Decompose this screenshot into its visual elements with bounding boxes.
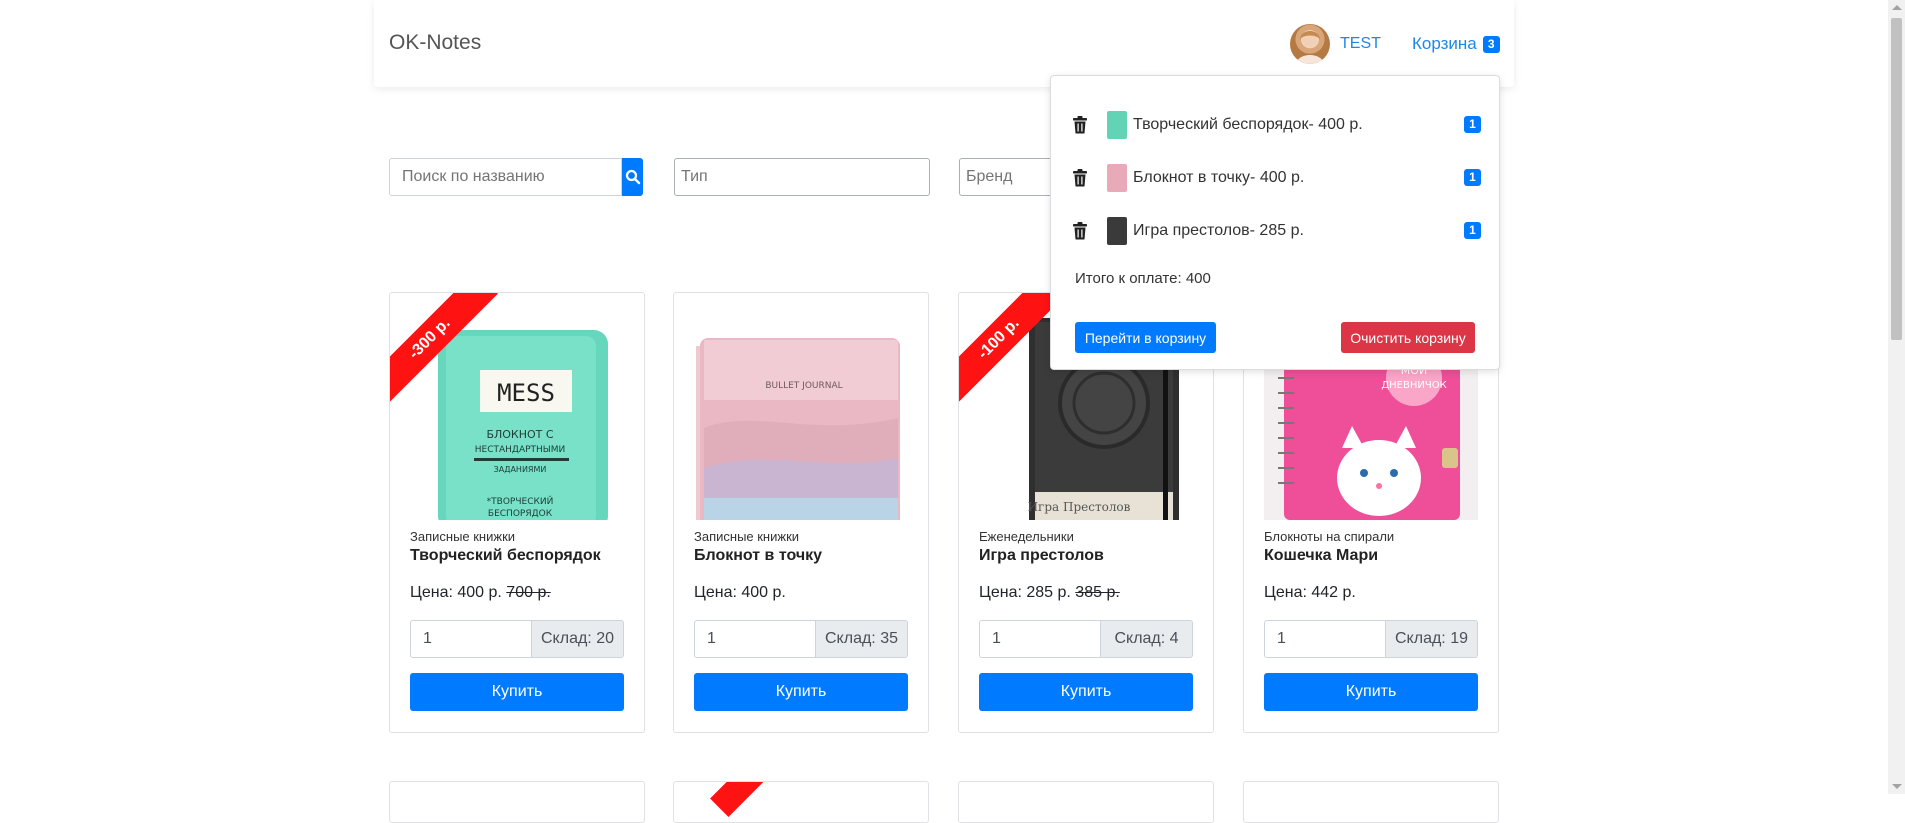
cart-item-thumbnail xyxy=(1107,217,1127,245)
quantity-group: Склад: 35 xyxy=(694,620,908,658)
quantity-group: Склад: 20 xyxy=(410,620,624,658)
cart-item: Творческий беспорядок- 400 р. 1 xyxy=(1069,110,1481,140)
product-category: Еженедельники xyxy=(979,529,1074,544)
svg-text:ДНЕВНИЧОК: ДНЕВНИЧОК xyxy=(1381,380,1446,391)
quantity-input[interactable] xyxy=(694,620,815,658)
cart-item-text: Творческий беспорядок- 400 р. xyxy=(1133,116,1363,133)
trash-icon xyxy=(1073,116,1087,134)
discount-ribbon xyxy=(710,782,778,817)
product-price: Цена: 285 р. 385 р. xyxy=(979,584,1120,602)
stock-label: Склад: 35 xyxy=(815,620,908,658)
user-menu[interactable]: TEST xyxy=(1290,22,1381,66)
stock-label: Склад: 19 xyxy=(1385,620,1478,658)
svg-text:ЗАДАНИЯМИ: ЗАДАНИЯМИ xyxy=(494,465,547,474)
product-price: Цена: 400 р. xyxy=(694,584,786,602)
product-category: Записные книжки xyxy=(694,529,800,544)
product-card: BULLET JOURNAL Записные книжки Блокнот в… xyxy=(673,292,929,733)
product-card-next xyxy=(958,781,1214,823)
cart-label: Корзина xyxy=(1412,34,1477,53)
vertical-scrollbar[interactable] xyxy=(1888,0,1905,794)
buy-button[interactable]: Купить xyxy=(694,673,908,711)
cart-item-count: 1 xyxy=(1464,116,1481,133)
current-price: Цена: 442 р. xyxy=(1264,584,1356,601)
buy-button[interactable]: Купить xyxy=(410,673,624,711)
brand-logo[interactable]: OK-Notes xyxy=(389,31,481,55)
svg-text:НЕСТАНДАРТНЫМИ: НЕСТАНДАРТНЫМИ xyxy=(475,445,565,455)
cart-total: Итого к оплате: 400 xyxy=(1075,270,1211,287)
quantity-input[interactable] xyxy=(979,620,1100,658)
clear-cart-button[interactable]: Очистить корзину xyxy=(1341,322,1475,353)
product-title[interactable]: Блокнот в точку xyxy=(694,547,822,565)
cart-item: Игра престолов- 285 р. 1 xyxy=(1069,216,1481,246)
quantity-input[interactable] xyxy=(1264,620,1385,658)
cart-item: Блокнот в точку- 400 р. 1 xyxy=(1069,163,1481,193)
buy-button[interactable]: Купить xyxy=(1264,673,1478,711)
svg-text:*ТВОРЧЕСКИЙ: *ТВОРЧЕСКИЙ xyxy=(487,495,554,507)
remove-item-button[interactable] xyxy=(1069,219,1091,243)
type-filter-input[interactable] xyxy=(674,158,930,196)
svg-text:MESS: MESS xyxy=(497,379,555,407)
trash-icon xyxy=(1073,169,1087,187)
cart-item-thumbnail xyxy=(1107,111,1127,139)
svg-text:БЛОКНОТ С: БЛОКНОТ С xyxy=(486,428,553,441)
cart-item-thumbnail xyxy=(1107,164,1127,192)
product-category: Блокноты на спирали xyxy=(1264,529,1395,544)
product-price: Цена: 442 р. xyxy=(1264,584,1356,602)
current-price: Цена: 400 р. xyxy=(410,584,502,601)
product-title[interactable]: Творческий беспорядок xyxy=(410,547,601,565)
page: OK-Notes TEST Корзина 3 Поиск по названи… xyxy=(0,0,1888,823)
product-image[interactable]: BULLET JOURNAL xyxy=(694,308,908,520)
cart-item-text: Игра престолов- 285 р. xyxy=(1133,222,1304,239)
search-input[interactable] xyxy=(389,158,622,196)
product-card-next xyxy=(673,781,929,823)
search-icon xyxy=(625,169,640,185)
cart-item-count: 1 xyxy=(1464,222,1481,239)
current-price: Цена: 400 р. xyxy=(694,584,786,601)
stock-label: Склад: 4 xyxy=(1100,620,1193,658)
product-category: Записные книжки xyxy=(410,529,516,544)
old-price: 385 р. xyxy=(1075,584,1120,601)
search-group xyxy=(389,158,643,196)
old-price: 700 р. xyxy=(506,584,551,601)
search-button[interactable] xyxy=(622,158,643,196)
scroll-thumb[interactable] xyxy=(1891,18,1902,340)
product-title[interactable]: Кошечка Мари xyxy=(1264,547,1378,565)
buy-button[interactable]: Купить xyxy=(979,673,1193,711)
quantity-group: Склад: 19 xyxy=(1264,620,1478,658)
current-price: Цена: 285 р. xyxy=(979,584,1071,601)
user-name[interactable]: TEST xyxy=(1340,35,1381,53)
navbar: OK-Notes TEST Корзина 3 xyxy=(374,0,1514,87)
cart-dropdown: Творческий беспорядок- 400 р. 1 Блокнот … xyxy=(1050,75,1500,370)
product-card-next xyxy=(1243,781,1499,823)
cart-count-badge: 3 xyxy=(1482,35,1500,53)
remove-item-button[interactable] xyxy=(1069,113,1091,137)
product-card: MESS БЛОКНОТ С НЕСТАНДАРТНЫМИ ЗАДАНИЯМИ … xyxy=(389,292,645,733)
svg-text:BULLET JOURNAL: BULLET JOURNAL xyxy=(765,381,842,391)
quantity-group: Склад: 4 xyxy=(979,620,1193,658)
cart-item-text: Блокнот в точку- 400 р. xyxy=(1133,169,1305,186)
svg-text:БЕСПОРЯДОК: БЕСПОРЯДОК xyxy=(488,509,553,519)
scroll-up-arrow-icon[interactable] xyxy=(1892,5,1902,10)
cart-item-count: 1 xyxy=(1464,169,1481,186)
remove-item-button[interactable] xyxy=(1069,166,1091,190)
scroll-down-arrow-icon[interactable] xyxy=(1892,784,1902,789)
product-card-next xyxy=(389,781,645,823)
stock-label: Склад: 20 xyxy=(531,620,624,658)
product-title[interactable]: Игра престолов xyxy=(979,547,1104,565)
svg-text:Игра Престолов: Игра Престолов xyxy=(1028,500,1131,514)
avatar xyxy=(1290,24,1330,64)
trash-icon xyxy=(1073,222,1087,240)
go-to-cart-button[interactable]: Перейти в корзину xyxy=(1075,322,1216,353)
cart-link[interactable]: Корзина 3 xyxy=(1412,34,1500,54)
quantity-input[interactable] xyxy=(410,620,531,658)
product-price: Цена: 400 р. 700 р. xyxy=(410,584,551,602)
